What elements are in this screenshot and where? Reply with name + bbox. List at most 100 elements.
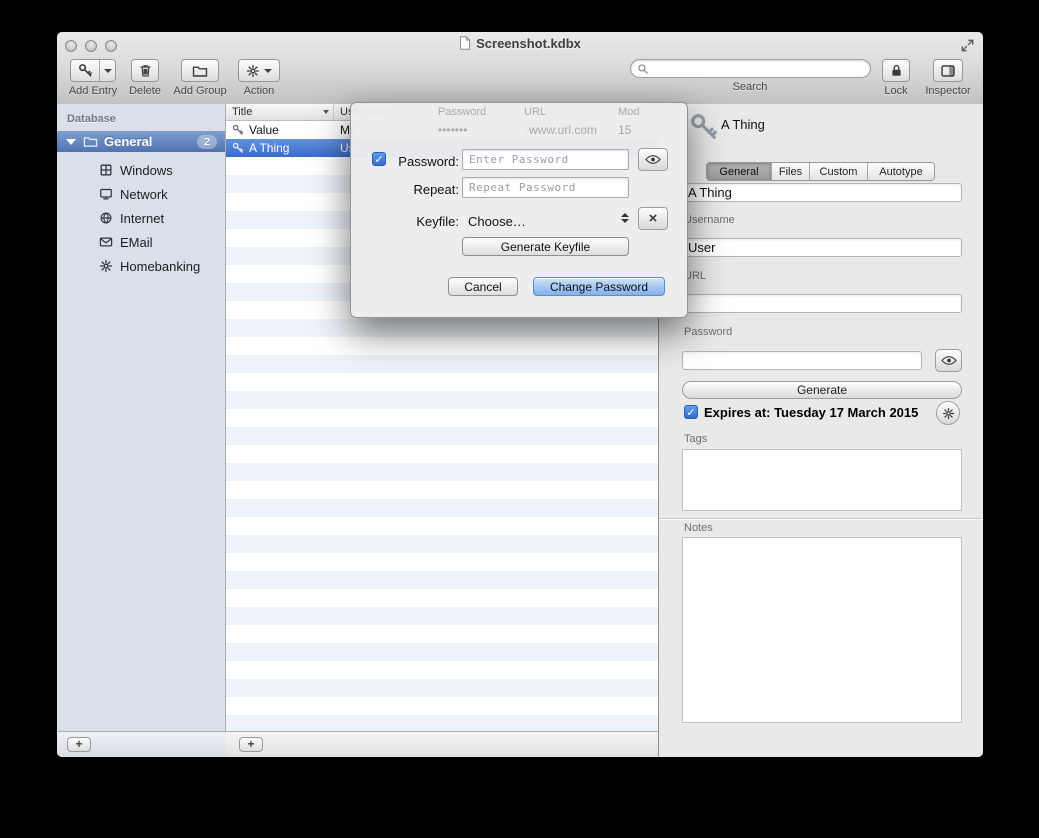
notes-field[interactable]: [682, 537, 962, 723]
checkmark-icon: ✓: [686, 406, 695, 419]
ghost-password-value: •••••••: [438, 123, 467, 137]
change-password-popover: Password URL Mod ••••••• www.url.com 15 …: [350, 102, 688, 318]
inspector-tabs: General Files Custom Autotype: [706, 162, 935, 181]
password-field[interactable]: [682, 351, 922, 370]
gear-icon: [99, 259, 113, 273]
add-group-label: Add Group: [173, 85, 226, 97]
url-field[interactable]: [682, 294, 962, 313]
key-icon: [232, 124, 244, 136]
show-password-button[interactable]: [935, 349, 962, 372]
inspector-toolbar-item: Inspector: [920, 59, 976, 97]
expires-options-button[interactable]: [936, 401, 960, 425]
password-label: Password: [684, 326, 732, 338]
generate-keyfile-button[interactable]: Generate Keyfile: [462, 237, 629, 256]
sidebar-group-label: General: [104, 134, 152, 149]
action-toolbar-item: Action: [233, 59, 285, 97]
entry-list-footer: +: [226, 731, 658, 757]
trash-icon: [138, 63, 153, 78]
delete-toolbar-item: Delete: [121, 59, 169, 97]
add-entry-dropdown[interactable]: [99, 60, 115, 81]
keyfile-label: Keyfile:: [389, 214, 459, 229]
password-input[interactable]: [462, 149, 629, 170]
notes-label: Notes: [684, 522, 713, 534]
expires-checkbox[interactable]: ✓: [684, 405, 698, 419]
chevron-down-icon: [104, 69, 112, 73]
key-icon: [689, 110, 719, 144]
change-password-button[interactable]: Change Password: [533, 277, 665, 296]
sidebar-item-internet[interactable]: Internet: [57, 206, 225, 230]
sidebar: Database General 2 Windows Network Inter…: [57, 104, 226, 731]
password-label: Password:: [389, 154, 459, 169]
popup-stepper-icon[interactable]: [621, 213, 629, 223]
window-panes-icon: [99, 163, 113, 177]
tab-files[interactable]: Files: [772, 163, 810, 180]
inspector-entry-title: A Thing: [721, 117, 765, 132]
add-entry-label: Add Entry: [69, 85, 117, 97]
clear-keyfile-button[interactable]: ×: [638, 207, 668, 230]
folder-icon: [83, 134, 98, 149]
folder-icon: [192, 63, 208, 79]
inspector-panel-icon: [940, 63, 956, 79]
lock-toolbar-item: Lock: [872, 59, 920, 97]
sidebar-item-email[interactable]: EMail: [57, 230, 225, 254]
tags-label: Tags: [684, 433, 707, 445]
ghost-mod-value: 15: [618, 123, 631, 137]
key-icon: [232, 142, 244, 154]
inspector-button[interactable]: [933, 59, 963, 82]
search-field[interactable]: [630, 59, 871, 78]
window-title: Screenshot.kdbx: [57, 36, 983, 51]
sidebar-footer: +: [57, 731, 226, 757]
sidebar-item-homebanking[interactable]: Homebanking: [57, 254, 225, 278]
delete-button[interactable]: [131, 59, 159, 82]
add-entry-toolbar-item: Add Entry: [65, 59, 121, 97]
add-group-footer-button[interactable]: +: [67, 737, 91, 752]
gear-icon: [246, 64, 260, 78]
lock-button[interactable]: [882, 59, 910, 82]
chevron-down-icon: [264, 69, 272, 73]
sidebar-item-windows[interactable]: Windows: [57, 158, 225, 182]
sidebar-group-general[interactable]: General 2: [57, 131, 225, 152]
tab-autotype[interactable]: Autotype: [868, 163, 934, 180]
checkmark-icon: ✓: [374, 153, 383, 166]
username-field[interactable]: [682, 238, 962, 257]
column-header-title[interactable]: Title: [226, 104, 334, 120]
password-checkbox[interactable]: ✓: [372, 152, 386, 166]
title-field[interactable]: [682, 183, 962, 202]
repeat-input[interactable]: [462, 177, 629, 198]
fullscreen-icon[interactable]: [960, 38, 975, 53]
action-button[interactable]: [238, 59, 280, 82]
tab-custom[interactable]: Custom: [810, 163, 868, 180]
close-icon: ×: [649, 210, 658, 227]
disclosure-triangle-icon[interactable]: [66, 139, 76, 145]
sidebar-item-label: Windows: [120, 163, 173, 178]
add-group-button[interactable]: [181, 59, 219, 82]
app-window: Screenshot.kdbx Add Entry Delete Add Gro…: [57, 32, 983, 757]
repeat-label: Repeat:: [389, 182, 459, 197]
cancel-button[interactable]: Cancel: [448, 277, 518, 296]
action-label: Action: [244, 85, 275, 97]
sidebar-item-network[interactable]: Network: [57, 182, 225, 206]
key-icon: [78, 63, 93, 78]
ghost-password-header: Password: [438, 106, 486, 118]
lock-icon: [889, 63, 904, 78]
show-password-button[interactable]: [638, 148, 668, 171]
ghost-url-value: www.url.com: [529, 123, 597, 137]
add-entry-footer-button[interactable]: +: [239, 737, 263, 752]
expires-label: Expires at: Tuesday 17 March 2015: [704, 405, 918, 420]
lock-label: Lock: [884, 85, 907, 97]
envelope-icon: [99, 235, 113, 249]
search-icon: [637, 63, 649, 75]
divider: [659, 518, 983, 519]
inspector-label: Inspector: [925, 85, 970, 97]
sidebar-item-label: Internet: [120, 211, 164, 226]
username-label: Username: [684, 214, 735, 226]
generate-password-button[interactable]: Generate: [682, 381, 962, 399]
tab-general[interactable]: General: [707, 163, 772, 180]
document-icon: [459, 36, 471, 50]
search-input[interactable]: [653, 61, 864, 77]
keyfile-popup-button[interactable]: Choose…: [468, 214, 526, 229]
tags-field[interactable]: [682, 449, 962, 511]
add-entry-button[interactable]: [70, 59, 116, 82]
sort-indicator-icon: [323, 110, 329, 114]
eye-icon: [645, 155, 661, 164]
